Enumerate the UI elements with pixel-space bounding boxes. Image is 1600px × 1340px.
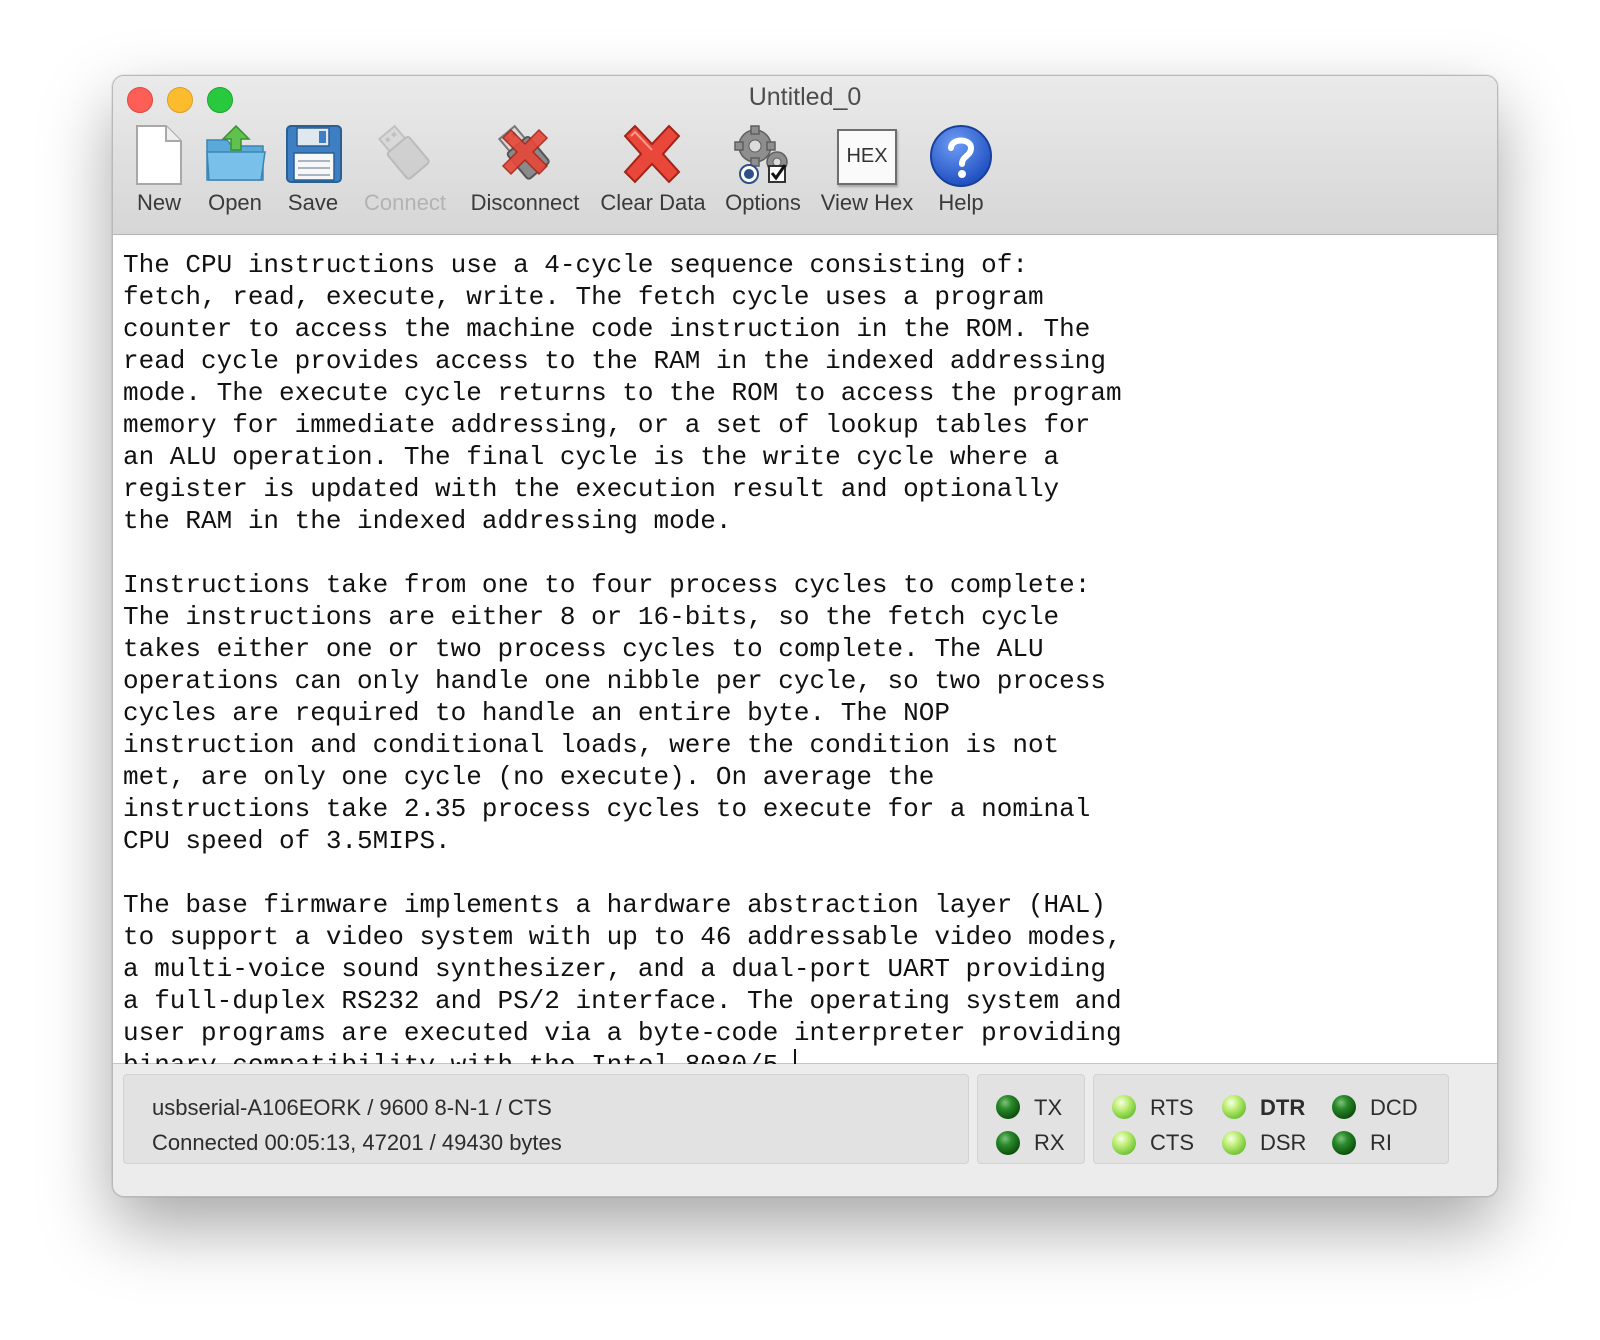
- floppy-disk-icon: [286, 125, 342, 183]
- tx-led-icon: [996, 1095, 1020, 1119]
- new-button[interactable]: New: [131, 124, 187, 220]
- question-mark-icon: [930, 125, 992, 187]
- cts-label: CTS: [1150, 1130, 1194, 1155]
- open-button[interactable]: Open: [203, 124, 267, 220]
- ri-label: RI: [1370, 1130, 1392, 1155]
- terminal-text-content: The CPU instructions use a 4-cycle seque…: [123, 249, 1477, 1081]
- tx-label: TX: [1034, 1095, 1063, 1120]
- connect-label: Connect: [364, 190, 446, 215]
- view-hex-button[interactable]: HEX View Hex: [817, 124, 917, 220]
- usb-plug-icon: [377, 124, 430, 180]
- clear-data-label: Clear Data: [600, 190, 706, 215]
- connect-button[interactable]: Connect: [359, 124, 451, 220]
- dtr-label[interactable]: DTR: [1260, 1095, 1305, 1121]
- ri-led-icon: [1332, 1131, 1356, 1155]
- save-label: Save: [287, 190, 339, 215]
- connection-status-text: Connected 00:05:13, 47201 / 49430 bytes: [152, 1130, 562, 1155]
- options-label: Options: [725, 190, 801, 215]
- tx-rx-panel: TX RX: [977, 1074, 1085, 1164]
- title-bar: Untitled_0 New Open Save Connect Disconn…: [113, 76, 1497, 235]
- red-x-icon: [623, 124, 681, 184]
- app-window: Untitled_0 New Open Save Connect Disconn…: [112, 75, 1498, 1197]
- help-button[interactable]: Help: [929, 124, 993, 220]
- terminal-text: The CPU instructions use a 4-cycle seque…: [123, 250, 1122, 1080]
- rts-led-icon: [1112, 1095, 1136, 1119]
- usb-plug-x-icon: [497, 124, 550, 180]
- clear-data-button[interactable]: Clear Data: [597, 124, 709, 220]
- view-hex-label: View Hex: [820, 190, 914, 215]
- dcd-led-icon: [1332, 1095, 1356, 1119]
- connection-info-panel: usbserial-A106EORK / 9600 8-N-1 / CTS Co…: [123, 1074, 969, 1164]
- disconnect-button[interactable]: Disconnect: [465, 124, 585, 220]
- save-button[interactable]: Save: [283, 124, 343, 220]
- folder-open-icon: [206, 124, 266, 181]
- rx-led-icon: [996, 1131, 1020, 1155]
- disconnect-label: Disconnect: [470, 190, 580, 215]
- rts-label: RTS: [1150, 1095, 1194, 1120]
- document-icon: [136, 125, 182, 185]
- dtr-led-icon[interactable]: [1222, 1095, 1246, 1119]
- rx-label: RX: [1034, 1130, 1065, 1155]
- hex-icon-text: HEX: [846, 145, 888, 167]
- options-button[interactable]: Options: [715, 124, 811, 220]
- port-settings-text: usbserial-A106EORK / 9600 8-N-1 / CTS: [152, 1095, 552, 1120]
- window-title: Untitled_0: [748, 83, 862, 111]
- dcd-label: DCD: [1370, 1095, 1418, 1120]
- new-label: New: [136, 190, 181, 215]
- hex-box-icon: HEX: [837, 129, 897, 185]
- cts-led-icon: [1112, 1131, 1136, 1155]
- status-bar: usbserial-A106EORK / 9600 8-N-1 / CTS Co…: [113, 1064, 1497, 1196]
- open-label: Open: [208, 190, 262, 215]
- control-lines-panel: RTS CTS DTR DSR DCD RI: [1093, 1074, 1449, 1164]
- terminal-text-area[interactable]: The CPU instructions use a 4-cycle seque…: [113, 235, 1497, 1080]
- help-label: Help: [938, 190, 984, 215]
- dsr-led-icon: [1222, 1131, 1246, 1155]
- dsr-label: DSR: [1260, 1130, 1307, 1155]
- gears-icon: [734, 125, 788, 184]
